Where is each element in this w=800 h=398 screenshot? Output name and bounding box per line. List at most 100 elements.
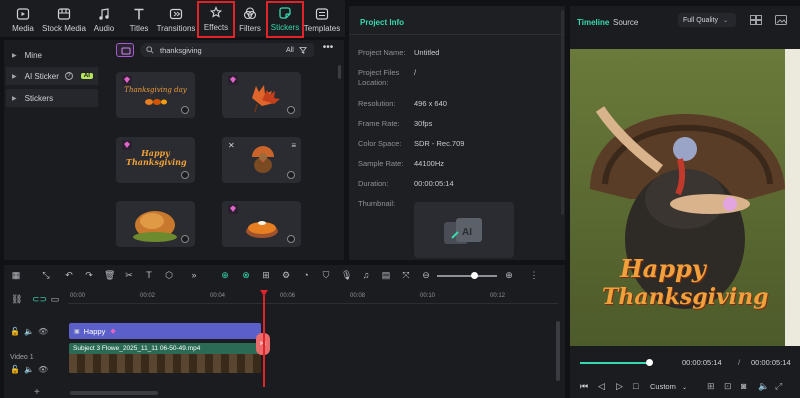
category-mine[interactable]: ▶ Mine — [6, 46, 98, 64]
shape-icon[interactable]: ⬡ — [164, 270, 174, 280]
sticker-card[interactable]: Thanksgiving day — [116, 72, 195, 118]
cut-icon[interactable]: ✂ — [124, 270, 134, 280]
marker-icon[interactable]: ⛉ — [321, 270, 331, 280]
track-lock-icon[interactable]: 🔓 — [10, 365, 20, 374]
fit-icon[interactable]: ⤧ — [401, 270, 411, 280]
add-marker-icon[interactable]: ⊞ — [707, 381, 715, 392]
render-preview-icon[interactable]: ▤ — [381, 270, 391, 280]
track-audio-icon[interactable]: 🔈 — [24, 327, 34, 336]
download-icon[interactable] — [181, 171, 189, 179]
track-visibility-icon[interactable]: 👁 — [38, 365, 48, 374]
grid-view-icon[interactable] — [750, 15, 762, 25]
menu-icon[interactable]: ≡ — [291, 141, 296, 150]
effects-tool-icon[interactable]: ⚙ — [281, 270, 291, 280]
zoom-slider[interactable] — [437, 275, 497, 277]
previous-frame-icon[interactable]: ⏮ — [580, 381, 588, 392]
sticker-card[interactable] — [116, 201, 195, 247]
video-clip[interactable]: Subject 3 Flowe_2025_11_11 06-50-49.mp4 — [69, 343, 261, 373]
zoom-mode-dropdown[interactable]: Custom ⌄ — [650, 382, 687, 391]
download-icon[interactable] — [181, 235, 189, 243]
delete-icon[interactable]: 🗑 — [104, 270, 115, 280]
horizontal-scrollbar[interactable] — [70, 391, 158, 395]
playback-progress[interactable] — [580, 362, 652, 364]
tab-timeline[interactable]: Timeline — [577, 18, 609, 27]
toolbar-templates[interactable]: Templates — [304, 3, 340, 36]
audio-mixer-icon[interactable]: ♫ — [361, 270, 371, 280]
track-manage-icon[interactable]: ▭ — [50, 294, 60, 304]
track-audio-icon[interactable]: 🔈 — [24, 365, 34, 374]
add-track-icon[interactable]: + — [34, 387, 40, 398]
pumpkin-pie-image — [246, 221, 278, 238]
snapshot-image-icon[interactable] — [775, 15, 787, 25]
tab-source[interactable]: Source — [613, 18, 638, 27]
undo-icon[interactable]: ↶ — [64, 270, 74, 280]
more-tools-icon[interactable]: » — [189, 270, 199, 280]
toolbar-media[interactable]: Media — [8, 3, 38, 36]
toolbar-stickers[interactable]: Stickers — [266, 1, 304, 38]
playhead-line[interactable] — [263, 295, 265, 387]
category-ai-sticker[interactable]: ▶ AI Sticker ? AI — [6, 67, 98, 85]
download-icon[interactable] — [287, 106, 295, 114]
sticker-search-input[interactable]: thanksgiving — [160, 46, 202, 55]
auto-ripple-icon[interactable]: ⊕ — [220, 270, 230, 280]
render-icon[interactable]: ⊡ — [724, 381, 732, 392]
redo-icon[interactable]: ↷ — [84, 270, 94, 280]
timeline-settings-icon[interactable]: ⋮ — [529, 270, 539, 280]
zoom-in-icon[interactable]: ⊕ — [504, 270, 514, 280]
stop-icon[interactable]: □ — [633, 381, 638, 391]
preview-panel: Timeline Source Full Quality ⌄ Happy Tha… — [570, 6, 800, 398]
playback-handle[interactable] — [646, 359, 653, 366]
help-icon[interactable]: ? — [64, 72, 73, 80]
download-icon[interactable] — [287, 235, 295, 243]
category-stickers[interactable]: ▶ Stickers — [6, 89, 98, 107]
vertical-scrollbar[interactable] — [556, 321, 560, 381]
insert-icon[interactable]: ⊞ — [261, 270, 271, 280]
camera-icon[interactable]: ◙ — [741, 381, 746, 391]
toolbar-stickers-label: Stickers — [270, 23, 300, 32]
scrollbar[interactable] — [561, 10, 564, 215]
download-icon[interactable] — [181, 106, 189, 114]
snap-icon[interactable]: ⊗ — [241, 270, 251, 280]
microphone-icon[interactable]: 🎙 — [341, 270, 352, 280]
toolbar-audio[interactable]: Audio — [90, 3, 118, 36]
more-options-icon[interactable]: ••• — [321, 43, 335, 57]
scrollbar[interactable] — [338, 65, 341, 79]
ai-badge: AI — [80, 73, 93, 79]
project-info-title: Project Info — [360, 18, 405, 27]
toolbar-titles[interactable]: Titles — [126, 3, 152, 36]
layout-icon[interactable]: ▦ — [11, 270, 21, 280]
sticker-card[interactable] — [222, 201, 301, 247]
select-tool-icon[interactable]: ⤡ — [41, 270, 51, 280]
quality-dropdown[interactable]: Full Quality ⌄ — [678, 13, 736, 27]
text-tool-icon[interactable]: T — [144, 270, 154, 280]
filter-label: All — [286, 46, 294, 54]
thumbnail-box[interactable]: AI — [414, 202, 514, 258]
zoom-out-icon[interactable]: ⊖ — [421, 270, 431, 280]
favorite-filter-button[interactable] — [116, 43, 134, 57]
titles-icon — [134, 8, 144, 20]
toolbar-transitions[interactable]: Transitions — [156, 3, 196, 36]
sticker-card[interactable]: ✕ ≡ — [222, 137, 301, 183]
filter-dropdown[interactable]: All — [280, 43, 314, 57]
fullscreen-icon[interactable]: ⤢ — [775, 381, 782, 392]
sticker-clip[interactable]: ▣ Happy ◆ — [69, 323, 261, 339]
sticker-card[interactable] — [222, 72, 301, 118]
video-filmstrip — [69, 354, 261, 373]
step-back-icon[interactable]: ◁ — [598, 381, 605, 392]
project-files-location-label: Project Files Location: — [358, 68, 400, 87]
link-icon[interactable]: ⛓ — [11, 294, 22, 304]
toolbar-filters[interactable]: Filters — [236, 3, 264, 36]
play-icon[interactable]: ▷ — [616, 381, 623, 392]
toolbar-audio-label: Audio — [93, 24, 115, 33]
volume-icon[interactable]: 🔈 — [758, 381, 769, 392]
track-link-icon[interactable]: ⊂⊃ — [32, 294, 47, 304]
track-lock-icon[interactable]: 🔓 — [10, 327, 20, 336]
sticker-search-box[interactable]: thanksgiving — [140, 43, 302, 57]
sticker-card[interactable]: Happy Thanksgiving — [116, 137, 195, 183]
speed-icon[interactable]: ◔ — [301, 270, 311, 280]
zoom-slider-handle[interactable] — [471, 272, 478, 279]
download-icon[interactable] — [287, 171, 295, 179]
toolbar-stock-media[interactable]: Stock Media — [42, 3, 86, 36]
track-visibility-icon[interactable]: 👁 — [38, 327, 48, 336]
toolbar-effects[interactable]: Effects — [197, 1, 235, 38]
